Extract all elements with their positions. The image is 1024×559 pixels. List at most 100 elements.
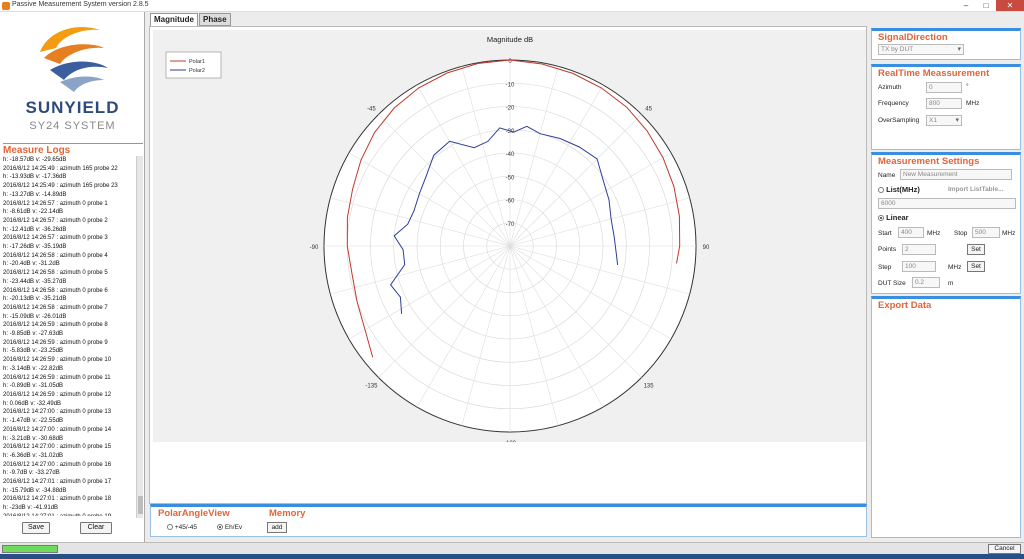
legend-label: Polar2: [189, 68, 205, 74]
close-icon[interactable]: ✕: [996, 0, 1024, 11]
clear-button[interactable]: Clear: [80, 522, 112, 534]
left-panel: SUNYIELD SY24 SYSTEM Measure Logs h: -18…: [0, 12, 145, 542]
log-line: h: -15.09dB v: -26.01dB: [3, 313, 67, 320]
radial-tick-label: -10: [506, 82, 515, 88]
log-line: h: -18.57dB v: -29.65dB: [3, 157, 67, 163]
angle-tick-label: -135: [365, 384, 378, 390]
title-bar: Passive Measurement System version 2.8.5…: [0, 0, 1024, 12]
frequency-field[interactable]: 800: [926, 98, 962, 109]
log-line: 2016/8/12 14:26:59 : azimuth 0 probe 8: [3, 322, 108, 329]
log-line: 2016/8/12 14:26:58 : azimuth 0 probe 5: [3, 270, 108, 277]
minimize-icon[interactable]: –: [956, 0, 976, 11]
list-field[interactable]: 6000: [878, 198, 1016, 209]
polar-chart: Magnitude dB0-10-20-30-40-50-60-70459013…: [165, 35, 710, 442]
start-unit: MHz: [927, 230, 941, 237]
measure-logs-list[interactable]: h: -18.57dB v: -29.65dB 2016/8/12 14:25:4…: [3, 156, 135, 516]
logs-scrollbar[interactable]: [136, 156, 143, 518]
log-line: 2016/8/12 14:26:57 : azimuth 0 probe 1: [3, 200, 108, 207]
start-label: Start: [878, 230, 892, 237]
log-line: 2016/8/12 14:25:49 : azimuth 165 probe 2…: [3, 183, 118, 190]
measure-logs-title: Measure Logs: [3, 143, 143, 156]
name-label: Name: [878, 172, 896, 179]
chart-title: Magnitude dB: [487, 35, 533, 44]
dut-size-unit: m: [948, 280, 954, 287]
tab-phase[interactable]: Phase: [199, 13, 231, 26]
angle-tick-label: -45: [367, 106, 376, 112]
log-line: 2016/8/12 14:26:58 : azimuth 0 probe 6: [3, 287, 108, 294]
system-name: SY24 SYSTEM: [29, 120, 116, 132]
import-listtable-button[interactable]: Import ListTable...: [948, 186, 1004, 193]
sunyield-logo-icon: [40, 26, 108, 92]
log-line: 2016/8/12 14:27:01 : azimuth 0 probe 18: [3, 496, 112, 503]
radio-ehev[interactable]: [217, 524, 223, 531]
log-line: 2016/8/12 14:26:57 : azimuth 0 probe 2: [3, 217, 108, 224]
radial-tick-label: -20: [506, 106, 515, 112]
signal-direction-select[interactable]: TX by DUT: [878, 44, 964, 55]
azimuth-field[interactable]: 0: [926, 82, 962, 93]
log-line: 2016/8/12 14:26:59 : azimuth 0 probe 11: [3, 374, 111, 381]
app-icon: [2, 2, 10, 10]
os-taskbar: [0, 554, 1024, 559]
log-line: h: -0.89dB v: -31.05dB: [3, 383, 64, 390]
log-line: 2016/8/12 14:27:01 : azimuth 0 probe 17: [3, 479, 112, 486]
export-data-group: Export Data: [871, 296, 1021, 538]
status-bar: Cancel: [0, 542, 1024, 554]
log-line: h: -13.27dB v: -14.89dB: [3, 191, 67, 198]
cancel-button[interactable]: Cancel: [988, 544, 1021, 554]
realtime-title: RealTime Meassurement: [878, 68, 990, 79]
maximize-icon[interactable]: □: [976, 0, 996, 11]
radio-pm45[interactable]: [167, 524, 173, 531]
oversampling-label: OverSampling: [878, 117, 920, 124]
start-field[interactable]: 400: [898, 227, 924, 238]
frequency-label: Frequency: [878, 100, 909, 107]
radial-tick-label: -60: [506, 199, 515, 205]
polar-angle-view-title: PolarAngleView: [158, 508, 230, 519]
measurement-name-field[interactable]: New Measurement: [900, 169, 1012, 180]
step-label: Step: [878, 264, 892, 271]
radio-linear[interactable]: [878, 215, 884, 222]
log-line: h: -13.93dB v: -17.36dB: [3, 174, 67, 181]
points-set-button[interactable]: Set: [967, 244, 985, 255]
option-linear[interactable]: Linear: [878, 213, 909, 222]
signal-direction-title: SignalDirection: [878, 32, 948, 43]
frequency-unit: MHz: [966, 100, 980, 107]
log-line: h: -3.21dB v: -30.68dB: [3, 435, 64, 442]
stop-field[interactable]: 500: [972, 227, 1000, 238]
azimuth-label: Azimuth: [878, 84, 902, 91]
scrollbar-thumb[interactable]: [138, 496, 143, 514]
angle-tick-label: 90: [703, 245, 710, 251]
chart-frame: Magnitude dB 0 -10 -20 -30 -40 -50 -60 -70 45 90 13…: [149, 26, 867, 504]
log-line: h: -9.85dB v: -27.63dB: [3, 331, 64, 338]
measurement-settings-title: Measurement Settings: [878, 156, 980, 167]
step-field[interactable]: 100: [902, 261, 936, 272]
log-line: h: -8.61dB v: -22.14dB: [3, 209, 64, 216]
radio-list[interactable]: [878, 187, 884, 194]
log-line: h: -9.7dB v: -33.27dB: [3, 470, 60, 477]
step-set-button[interactable]: Set: [967, 261, 985, 272]
log-line: 2016/8/12 14:27:00 : azimuth 0 probe 14: [3, 426, 112, 433]
save-button[interactable]: Save: [22, 522, 50, 534]
logo: SUNYIELD SY24 SYSTEM: [0, 12, 145, 142]
log-line: 2016/8/12 14:27:01 : azimuth 0 probe 19: [3, 513, 135, 516]
log-line: 2016/8/12 14:27:00 : azimuth 0 probe 16: [3, 461, 112, 468]
realtime-group: RealTime Meassurement Azimuth 0 ° Freque…: [871, 64, 1021, 150]
log-line: h: -20.4dB v: -31.2dB: [3, 261, 60, 268]
points-field[interactable]: 2: [902, 244, 936, 255]
log-line: h: -6.36dB v: -31.02dB: [3, 452, 64, 459]
memory-add-button[interactable]: add: [267, 522, 287, 533]
log-line: h: -3.14dB v: -22.82dB: [3, 365, 64, 372]
option-ehev[interactable]: Eh/Ev: [217, 524, 242, 531]
dut-size-label: DUT Size: [878, 280, 906, 287]
log-line: h: -12.41dB v: -36.26dB: [3, 226, 67, 233]
log-line: 2016/8/12 14:25:49 : azimuth 165 probe 2…: [3, 165, 118, 172]
option-list[interactable]: List(MHz): [878, 185, 920, 194]
tab-magnitude[interactable]: Magnitude: [150, 13, 198, 27]
option-pm45[interactable]: +45/-45: [167, 524, 197, 531]
oversampling-select[interactable]: X1: [926, 115, 962, 126]
dut-size-field[interactable]: 0.2: [912, 277, 940, 288]
legend-label: Polar1: [189, 59, 205, 65]
angle-tick-label: 45: [645, 106, 652, 112]
export-data-title: Export Data: [878, 300, 932, 311]
points-label: Points: [878, 246, 897, 253]
stop-label: Stop: [954, 230, 968, 237]
